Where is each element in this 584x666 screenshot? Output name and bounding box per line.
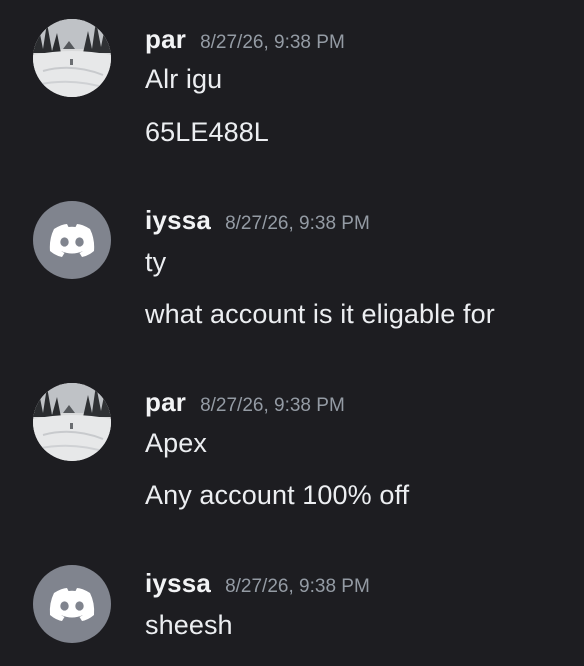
- message-text: ty: [145, 247, 167, 277]
- message-header: iyssa 8/27/26, 9:38 PM: [145, 568, 370, 602]
- message-text: Apex: [145, 428, 207, 458]
- avatar[interactable]: [33, 19, 111, 97]
- message-header: par 8/27/26, 9:38 PM: [145, 387, 345, 421]
- username[interactable]: par: [145, 387, 186, 418]
- username[interactable]: par: [145, 24, 186, 55]
- avatar[interactable]: [33, 565, 111, 643]
- avatar[interactable]: [33, 201, 111, 279]
- message-text: 65LE488L: [145, 117, 269, 147]
- avatar[interactable]: [33, 383, 111, 461]
- username[interactable]: iyssa: [145, 568, 211, 599]
- discord-logo-icon: [49, 588, 95, 621]
- message-text: Any account 100% off: [145, 480, 410, 510]
- username[interactable]: iyssa: [145, 205, 211, 236]
- message-text: sheesh: [145, 610, 233, 640]
- message-text: Alr igu: [145, 64, 223, 94]
- snowy-forest-avatar-icon: [33, 19, 111, 97]
- message-text: what account is it eligable for: [145, 299, 495, 329]
- timestamp[interactable]: 8/27/26, 9:38 PM: [200, 395, 345, 417]
- timestamp[interactable]: 8/27/26, 9:38 PM: [200, 32, 345, 54]
- discord-logo-icon: [49, 224, 95, 257]
- timestamp[interactable]: 8/27/26, 9:38 PM: [225, 576, 370, 598]
- message-header: iyssa 8/27/26, 9:38 PM: [145, 205, 370, 239]
- chat-message-list: par 8/27/26, 9:38 PM Alr igu 65LE488L iy…: [0, 0, 584, 666]
- message-header: par 8/27/26, 9:38 PM: [145, 24, 345, 58]
- timestamp[interactable]: 8/27/26, 9:38 PM: [225, 213, 370, 235]
- snowy-forest-avatar-icon: [33, 383, 111, 461]
